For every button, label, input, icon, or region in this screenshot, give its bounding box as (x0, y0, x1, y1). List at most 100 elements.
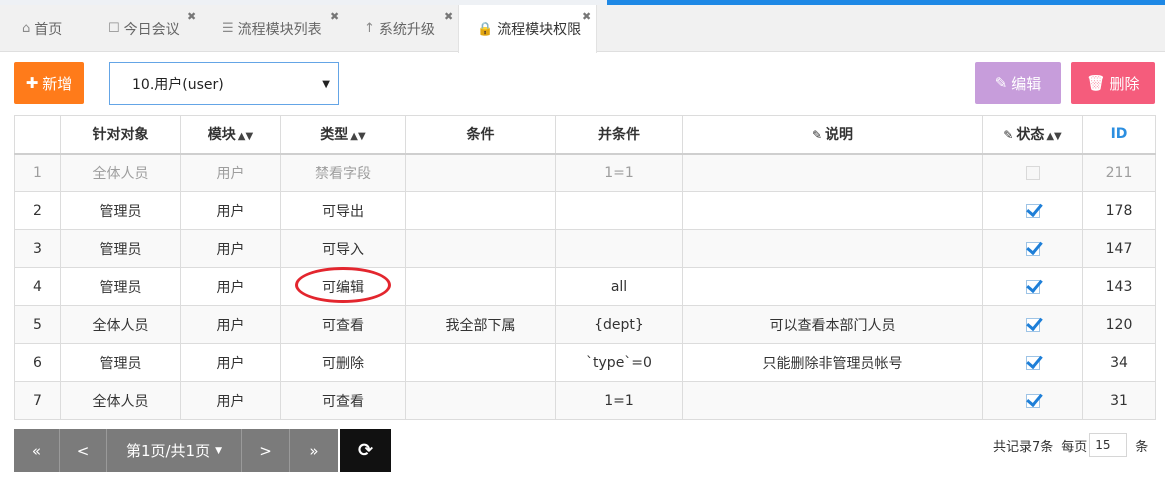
table-row[interactable]: 5 全体人员 用户 可查看 我全部下属 {dept} 可以查看本部门人员 120 (14, 305, 1156, 344)
column-header-module[interactable]: 模块 ▲▼ (180, 115, 281, 155)
row-number: 6 (14, 343, 61, 382)
status-checkbox[interactable] (1025, 279, 1040, 294)
cell-condition (405, 191, 556, 230)
cell-id: 34 (1082, 343, 1156, 382)
status-checkbox[interactable] (1025, 317, 1040, 332)
total-records: 共记录7条 (993, 439, 1054, 455)
row-number: 7 (14, 381, 61, 420)
cell-target: 管理员 (60, 229, 181, 268)
column-header-and-condition: 并条件 (555, 115, 683, 155)
cell-target: 管理员 (60, 191, 181, 230)
table-row[interactable]: 2 管理员 用户 可导出 178 (14, 191, 1156, 230)
table-row[interactable]: 3 管理员 用户 可导入 147 (14, 229, 1156, 268)
cell-type: 可导出 (280, 191, 406, 230)
cell-module: 用户 (180, 229, 281, 268)
cell-target: 全体人员 (60, 381, 181, 420)
status-checkbox[interactable] (1025, 355, 1040, 370)
page-size-input[interactable]: 15 (1089, 433, 1128, 457)
column-header-condition: 条件 (405, 115, 556, 155)
module-select[interactable]: 10.用户(user) ▼ (109, 62, 339, 105)
permission-table: 针对对象 模块 ▲▼ 类型 ▲▼ 条件 并条件 ✎ 说明 ✎ 状态 ▲▼ ID 1 全体人… (14, 115, 1156, 420)
cell-type-text: 可编辑 (322, 279, 364, 296)
edit-button[interactable]: ✎ 编辑 (975, 62, 1061, 104)
status-checkbox[interactable] (1025, 165, 1040, 180)
close-icon[interactable]: ✖ (582, 10, 591, 23)
first-page-button[interactable]: « (14, 429, 60, 472)
cell-status (982, 267, 1083, 306)
table-row[interactable]: 1 全体人员 用户 禁看字段 1=1 211 (14, 153, 1156, 192)
bookmark-icon: ☐ (108, 21, 120, 36)
cell-description (682, 267, 983, 306)
row-number: 2 (14, 191, 61, 230)
close-icon[interactable]: ✖ (330, 10, 339, 23)
refresh-button[interactable]: ⟳ (340, 429, 391, 472)
next-page-button[interactable]: > (242, 429, 290, 472)
cell-description (682, 229, 983, 268)
close-icon[interactable]: ✖ (187, 10, 196, 23)
sort-icon: ▲▼ (1046, 131, 1062, 143)
home-icon: ⌂ (22, 21, 31, 36)
list-icon: ☰ (222, 21, 234, 36)
table-row[interactable]: 6 管理员 用户 可删除 `type`=0 只能删除非管理员帐号 34 (14, 343, 1156, 382)
table-header-row: 针对对象 模块 ▲▼ 类型 ▲▼ 条件 并条件 ✎ 说明 ✎ 状态 ▲▼ ID (14, 115, 1156, 155)
cell-status (982, 229, 1083, 268)
caret-down-icon: ▼ (215, 445, 223, 456)
tab-label: 系统升级 (378, 21, 435, 38)
cell-condition (405, 153, 556, 192)
cell-module: 用户 (180, 267, 281, 306)
tab-process-module-permission[interactable]: 🔒 流程模块权限 ✖ (458, 5, 597, 53)
pagination-info: 共记录7条 每页 15 条 (993, 433, 1148, 457)
add-button[interactable]: ✚ 新增 (14, 62, 84, 104)
delete-button-label: 删除 (1109, 74, 1140, 93)
pagination: « < 第1页/共1页 ▼ > » (14, 429, 338, 472)
tab-process-module-list[interactable]: ☰ 流程模块列表 ✖ (222, 5, 339, 52)
cell-target: 全体人员 (60, 305, 181, 344)
cell-description: 只能删除非管理员帐号 (682, 343, 983, 382)
cell-condition: 我全部下属 (405, 305, 556, 344)
column-header-id[interactable]: ID (1082, 115, 1156, 155)
cell-and-condition: {dept} (555, 305, 683, 344)
pencil-icon: ✎ (1003, 128, 1014, 143)
row-number: 3 (14, 229, 61, 268)
cell-condition (405, 343, 556, 382)
delete-button[interactable]: 🗑 删除 (1071, 62, 1155, 104)
status-checkbox[interactable] (1025, 393, 1040, 408)
page-dropdown-button[interactable]: 第1页/共1页 ▼ (107, 429, 242, 472)
tab-system-upgrade[interactable]: ↑ 系统升级 ✖ (364, 5, 453, 52)
status-checkbox[interactable] (1025, 241, 1040, 256)
cell-description: 可以查看本部门人员 (682, 305, 983, 344)
column-header-type[interactable]: 类型 ▲▼ (280, 115, 406, 155)
row-number: 1 (14, 153, 61, 192)
close-icon[interactable]: ✖ (444, 10, 453, 23)
cell-target: 管理员 (60, 267, 181, 306)
highlighted-type: 可编辑 (295, 266, 391, 303)
sort-icon: ▲▼ (237, 131, 254, 143)
module-select-value: 10.用户(user) (132, 76, 224, 93)
cell-id: 211 (1082, 153, 1156, 192)
tab-today-meeting[interactable]: ☐ 今日会议 ✖ (108, 5, 196, 52)
column-header-target: 针对对象 (60, 115, 181, 155)
cell-id: 147 (1082, 229, 1156, 268)
arrow-up-icon: ↑ (364, 21, 375, 36)
cell-status (982, 381, 1083, 420)
cell-and-condition (555, 229, 683, 268)
cell-and-condition: 1=1 (555, 153, 683, 192)
row-number: 5 (14, 305, 61, 344)
cell-type: 可查看 (280, 305, 406, 344)
column-header-status[interactable]: ✎ 状态 ▲▼ (982, 115, 1083, 155)
table-row[interactable]: 7 全体人员 用户 可查看 1=1 31 (14, 381, 1156, 420)
status-checkbox[interactable] (1025, 203, 1040, 218)
cell-type: 可删除 (280, 343, 406, 382)
last-page-button[interactable]: » (290, 429, 338, 472)
tab-label: 今日会议 (123, 21, 180, 38)
table-row[interactable]: 4 管理员 用户 可编辑 all 143 (14, 266, 1156, 306)
cell-target: 管理员 (60, 343, 181, 382)
cell-id: 120 (1082, 305, 1156, 344)
cell-type: 可编辑 (280, 266, 406, 306)
prev-page-button[interactable]: < (60, 429, 107, 472)
tab-home[interactable]: ⌂ 首页 (22, 5, 62, 52)
sort-icon: ▲▼ (350, 131, 366, 143)
cell-module: 用户 (180, 305, 281, 344)
column-header-description: ✎ 说明 (682, 115, 983, 155)
per-page-label: 每页 (1061, 439, 1088, 455)
